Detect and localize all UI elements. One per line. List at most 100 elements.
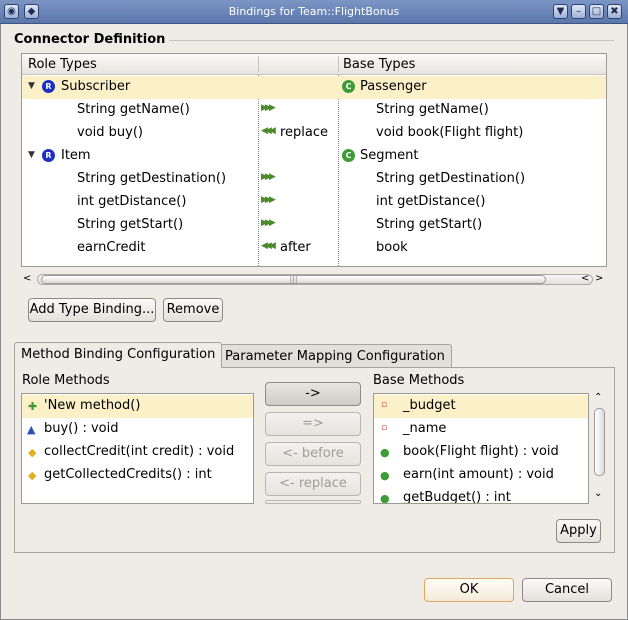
list-item[interactable]: ● earn(int amount) : void [374,464,588,487]
callout-binding-icon: ▶▶▶ [261,195,276,205]
base-method-label: earn(int amount) : void [403,467,554,482]
callout-binding-icon: ▶▶▶ [261,172,276,182]
horizontal-scrollbar[interactable]: < ||| < > [21,271,607,289]
scroll-right-icon[interactable]: < [581,273,589,284]
role-class-icon: R [42,80,55,93]
connector-definition-title: Connector Definition [14,32,170,47]
scroll-right-icon[interactable]: > [595,273,603,284]
base-methods-list[interactable]: ▫ _budget ▫ _name ● book(Flight flight) … [373,393,589,504]
column-separator [338,56,339,72]
scroll-down-icon[interactable]: ⌄ [594,488,602,499]
base-type-cell: Passenger [360,79,427,94]
role-method-cell: void buy() [77,125,143,140]
ok-button[interactable]: OK [424,578,514,602]
table-row[interactable]: earnCredit ◀◀◀ after book [22,237,606,260]
add-method-icon: ✚ [28,400,38,413]
callout-bind-button[interactable]: -> [265,382,361,406]
role-method-cell: String getStart() [77,217,184,232]
callin-after-button[interactable] [265,500,361,504]
expand-toggle-icon[interactable]: ▼ [28,150,35,160]
base-method-label: getBudget() : int [403,490,511,504]
base-types-header[interactable]: Base Types [343,57,415,72]
tab-parameter-mapping[interactable]: Parameter Mapping Configuration [218,344,452,368]
role-methods-list[interactable]: ✚ 'New method() ▲ buy() : void ◆ collect… [21,393,254,504]
role-method-cell: String getDestination() [77,171,227,186]
table-row[interactable]: ▼ R Subscriber C Passenger [22,76,606,99]
base-method-cell: int getDistance() [376,194,486,209]
list-item[interactable]: ◆ getCollectedCredits() : int [22,464,253,487]
table-row[interactable]: String getName() ▶▶▶ String getName() [22,99,606,122]
scroll-thumb[interactable]: ||| [41,275,546,284]
role-type-cell: Subscriber [61,79,131,94]
base-method-label: _budget [403,398,456,413]
list-item[interactable]: ✚ 'New method() [22,395,253,418]
public-method-icon: ● [380,469,390,482]
binding-kind-cell: after [280,240,311,255]
callin-before-button[interactable]: <- before [265,442,361,466]
base-method-cell: String getDestination() [376,171,526,186]
scroll-left-icon[interactable]: < [23,273,31,284]
list-item[interactable]: ◆ collectCredit(int credit) : void [22,441,253,464]
list-item[interactable]: ▲ buy() : void [22,418,253,441]
connector-table[interactable]: Role Types Base Types ▼ R Subscriber C P… [21,53,607,267]
list-item[interactable]: ▫ _name [374,418,588,441]
role-types-header[interactable]: Role Types [28,57,97,72]
callin-binding-icon: ◀◀◀ [261,241,276,251]
table-row[interactable]: String getDestination() ▶▶▶ String getDe… [22,168,606,191]
column-separator [258,56,259,72]
title-bar: ◉ ◆ Bindings for Team::FlightBonus ▼ – □… [0,0,628,24]
table-row[interactable]: String getStart() ▶▶▶ String getStart() [22,214,606,237]
base-method-cell: void book(Flight flight) [376,125,524,140]
callout-override-button[interactable]: => [265,412,361,436]
role-method-label: buy() : void [44,421,119,436]
private-field-icon: ▫ [381,400,388,410]
table-row[interactable]: void buy() ◀◀◀ replace void book(Flight … [22,122,606,145]
scroll-up-icon[interactable]: ⌃ [594,392,602,403]
table-row[interactable]: int getDistance() ▶▶▶ int getDistance() [22,191,606,214]
role-method-cell: String getName() [77,102,190,117]
public-method-icon: ● [380,492,390,504]
shade-button[interactable]: ▼ [553,4,568,19]
cancel-button[interactable]: Cancel [522,578,612,602]
table-header: Role Types Base Types [22,54,606,75]
public-method-icon: ● [380,446,390,459]
group-divider [160,40,614,41]
base-type-cell: Segment [360,148,419,163]
base-class-icon: C [342,149,355,162]
list-item[interactable]: ● getBudget() : int [374,487,588,504]
list-item[interactable]: ● book(Flight flight) : void [374,441,588,464]
base-method-cell: book [376,240,408,255]
tab-method-binding[interactable]: Method Binding Configuration [14,342,223,368]
base-class-icon: C [342,80,355,93]
close-button[interactable]: ✖ [607,4,622,19]
role-class-icon: R [42,149,55,162]
table-row[interactable]: ▼ R Item C Segment [22,145,606,168]
base-method-label: _name [403,421,447,436]
scroll-thumb[interactable] [594,408,605,476]
vertical-scrollbar[interactable]: ⌃ ⌄ [592,392,607,504]
callout-binding-icon: ▶▶▶ [261,218,276,228]
role-method-label: 'New method() [44,398,141,413]
abstract-method-icon: ▲ [27,423,36,436]
role-method-label: collectCredit(int credit) : void [44,444,235,459]
callin-replace-button[interactable]: <- replace [265,472,361,496]
binding-kind-cell: replace [280,125,329,140]
maximize-button[interactable]: □ [589,4,604,19]
base-methods-label: Base Methods [373,373,465,388]
add-type-binding-button[interactable]: Add Type Binding... [28,298,156,322]
base-method-cell: String getStart() [376,217,483,232]
window-title: Bindings for Team::FlightBonus [228,5,400,18]
base-method-cell: String getName() [376,102,489,117]
minimize-button[interactable]: – [571,4,586,19]
base-method-label: book(Flight flight) : void [403,444,559,459]
method-icon: ◆ [28,446,37,459]
role-methods-label: Role Methods [22,373,110,388]
expand-toggle-icon[interactable]: ▼ [28,81,35,91]
role-method-cell: earnCredit [77,240,146,255]
apply-button[interactable]: Apply [556,519,601,543]
role-method-label: getCollectedCredits() : int [44,467,212,482]
role-method-cell: int getDistance() [77,194,187,209]
list-item[interactable]: ▫ _budget [374,395,588,418]
role-type-cell: Item [61,148,91,163]
remove-button[interactable]: Remove [163,298,223,322]
